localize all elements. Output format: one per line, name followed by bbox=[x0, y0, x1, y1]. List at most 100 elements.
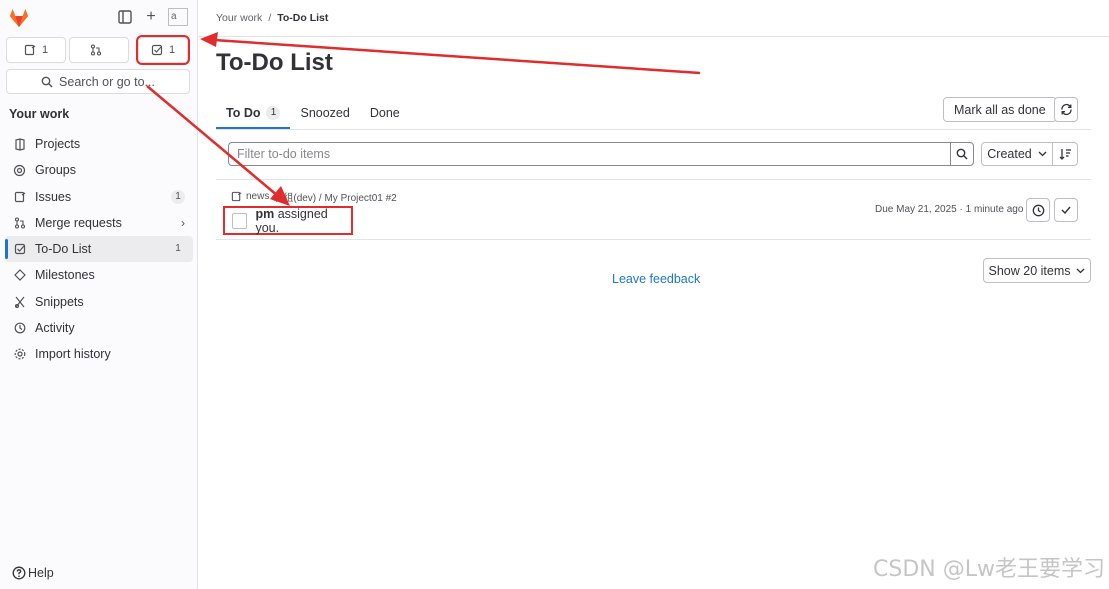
todo-tabs: To Do 1 Snoozed Done bbox=[216, 97, 410, 129]
snippet-icon bbox=[13, 295, 26, 308]
breadcrumb-separator: / bbox=[268, 12, 272, 24]
sidebar-item-todo-list[interactable]: To-Do List 1 bbox=[5, 236, 193, 263]
search-icon bbox=[956, 148, 968, 160]
chevron-down-icon bbox=[1038, 151, 1047, 157]
tab-snoozed[interactable]: Snoozed bbox=[290, 97, 359, 129]
sidebar-item-import-history[interactable]: Import history bbox=[5, 341, 193, 367]
sort-lowest-icon bbox=[1059, 149, 1071, 160]
merge-request-icon bbox=[90, 44, 102, 56]
sidebar-top-actions: + a bbox=[116, 8, 188, 26]
breadcrumb: Your work / To-Do List bbox=[216, 12, 328, 24]
filter-bar: Filter to-do items Created bbox=[228, 142, 1078, 166]
todo-icon bbox=[151, 44, 163, 56]
help-label: Help bbox=[28, 566, 54, 580]
sidebar-item-label: Import history bbox=[35, 347, 111, 362]
list-divider bbox=[216, 239, 1091, 240]
breadcrumb-current[interactable]: To-Do List bbox=[277, 12, 328, 24]
search-label: Search or go to... bbox=[59, 74, 155, 89]
tabs-divider bbox=[216, 129, 1091, 130]
main-content: Your work / To-Do List To-Do List To Do … bbox=[198, 0, 1109, 589]
check-icon bbox=[1061, 206, 1071, 214]
help-button[interactable]: Help bbox=[12, 566, 54, 580]
tab-label: Done bbox=[369, 106, 400, 120]
sidebar-item-groups[interactable]: Groups bbox=[5, 157, 193, 183]
history-icon bbox=[13, 322, 26, 335]
sidebar-item-label: Groups bbox=[35, 163, 76, 178]
sidebar-item-snippets[interactable]: Snippets bbox=[5, 289, 193, 315]
sidebar-item-label: To-Do List bbox=[35, 242, 92, 257]
user-avatar[interactable]: a bbox=[168, 8, 188, 26]
gitlab-logo-icon[interactable] bbox=[8, 8, 30, 28]
group-icon bbox=[13, 164, 26, 177]
leave-feedback-link[interactable]: Leave feedback bbox=[612, 272, 700, 286]
clock-icon bbox=[1032, 204, 1044, 216]
page-size-dropdown[interactable]: Show 20 items bbox=[983, 258, 1091, 283]
todo-item[interactable]: pm assigned you. bbox=[223, 206, 353, 235]
page-size-label: Show 20 items bbox=[988, 263, 1071, 278]
todo-counter[interactable]: 1 bbox=[136, 35, 190, 65]
merge-request-icon bbox=[13, 216, 26, 229]
filter-placeholder: Filter to-do items bbox=[237, 147, 331, 161]
user-counters: 1 1 bbox=[6, 35, 190, 65]
sidebar-item-label: Projects bbox=[35, 137, 81, 151]
todo-target-path[interactable]: news 发组(dev) / My Project01 #2 bbox=[231, 189, 397, 204]
sidebar-toggle-icon[interactable] bbox=[116, 8, 134, 26]
tab-to-do[interactable]: To Do 1 bbox=[216, 97, 291, 129]
section-title: Your work bbox=[9, 107, 70, 121]
todo-count: 1 bbox=[168, 44, 176, 56]
tab-count-badge: 1 bbox=[266, 106, 281, 120]
refresh-button[interactable] bbox=[1054, 97, 1078, 122]
filter-input[interactable]: Filter to-do items bbox=[228, 142, 950, 166]
sidebar-item-label: Activity bbox=[35, 321, 75, 336]
sidebar: + a 1 1 Search or go to... Your work Pro… bbox=[0, 0, 198, 589]
page-title: To-Do List bbox=[216, 49, 333, 76]
tab-done[interactable]: Done bbox=[360, 97, 410, 129]
merge-requests-counter[interactable] bbox=[69, 37, 129, 63]
author-avatar bbox=[232, 212, 248, 229]
sidebar-item-issues[interactable]: Issues 1 bbox=[5, 184, 193, 210]
sidebar-nav: Projects Groups Issues 1 Merge requests … bbox=[5, 131, 193, 368]
import-icon bbox=[13, 348, 26, 361]
breadcrumb-parent[interactable]: Your work bbox=[216, 12, 262, 24]
todo-badge: 1 bbox=[171, 242, 185, 257]
assigned-issues-counter[interactable]: 1 bbox=[6, 37, 66, 63]
avatar-alt-text: a bbox=[171, 11, 177, 22]
sidebar-item-milestones[interactable]: Milestones bbox=[5, 262, 193, 288]
todo-path-rest: 发组(dev) / My Project01 #2 bbox=[273, 193, 397, 204]
sidebar-item-activity[interactable]: Activity bbox=[5, 315, 193, 341]
mark-all-done-button[interactable]: Mark all as done bbox=[943, 97, 1057, 122]
header-divider bbox=[198, 36, 1109, 37]
todo-icon bbox=[13, 243, 26, 256]
chevron-down-icon bbox=[1077, 268, 1085, 273]
issues-count: 1 bbox=[41, 44, 49, 56]
sidebar-item-label: Merge requests bbox=[35, 215, 122, 230]
help-icon bbox=[12, 566, 26, 580]
todo-author: pm bbox=[255, 206, 275, 221]
filter-search-button[interactable] bbox=[950, 142, 974, 166]
snooze-button[interactable] bbox=[1026, 198, 1050, 222]
sidebar-item-label: Milestones bbox=[35, 268, 95, 283]
project-icon bbox=[13, 137, 26, 151]
search-button[interactable]: Search or go to... bbox=[6, 69, 190, 94]
issues-icon bbox=[13, 190, 26, 203]
sidebar-item-label: Snippets bbox=[35, 294, 84, 309]
mark-done-button[interactable] bbox=[1054, 198, 1078, 222]
sidebar-item-projects[interactable]: Projects bbox=[5, 131, 193, 157]
issues-icon bbox=[231, 191, 242, 202]
sidebar-item-merge-requests[interactable]: Merge requests › bbox=[5, 210, 193, 236]
sidebar-item-label: Issues bbox=[35, 189, 72, 204]
todo-meta: Due May 21, 2025 · 1 minute ago bbox=[875, 204, 1024, 215]
sort-label: Created bbox=[987, 147, 1032, 161]
watermark: CSDN @Lw老王要学习 bbox=[873, 557, 1105, 582]
todo-path-prefix: news bbox=[246, 191, 270, 202]
chevron-right-icon[interactable]: › bbox=[181, 216, 185, 230]
milestone-icon bbox=[13, 269, 26, 282]
plus-icon[interactable]: + bbox=[142, 8, 160, 26]
sort-direction-button[interactable] bbox=[1053, 142, 1078, 166]
sort-dropdown[interactable]: Created bbox=[981, 142, 1053, 166]
list-divider bbox=[216, 179, 1091, 180]
tab-label: Snoozed bbox=[300, 106, 350, 120]
issues-icon bbox=[24, 44, 36, 56]
issues-badge: 1 bbox=[171, 189, 185, 204]
refresh-icon bbox=[1060, 103, 1072, 116]
